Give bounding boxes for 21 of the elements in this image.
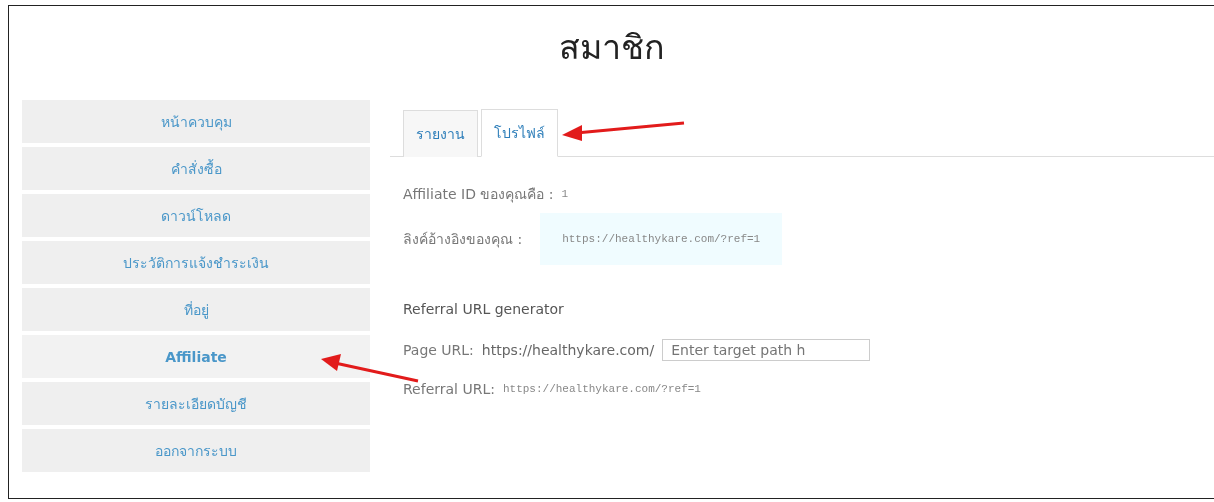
sidebar-item[interactable]: หน้าควบคุม (22, 100, 370, 143)
referral-link-label: ลิงค์อ้างอิงของคุณ : (403, 230, 523, 250)
generator-heading: Referral URL generator (402, 301, 565, 317)
affiliate-id-label: Affiliate ID ของคุณคือ : (403, 185, 554, 205)
sidebar-item[interactable]: ที่อยู่ (22, 288, 370, 331)
referral-link-value: https://healthykare.com/?ref=1 (540, 213, 783, 265)
page-title: สมาชิก (557, 26, 666, 69)
sidebar-item[interactable]: Affiliate (22, 335, 370, 378)
sidebar-item[interactable]: ดาวน์โหลด (22, 194, 370, 237)
affiliate-id-value: 1 (561, 188, 569, 200)
page-url-label: Page URL: (403, 342, 474, 358)
sidebar-item[interactable]: คำสั่งซื้อ (22, 147, 370, 190)
referral-url-label: Referral URL: (403, 381, 495, 397)
sidebar-item[interactable]: รายละเอียดบัญชี (22, 382, 370, 425)
tab[interactable]: รายงาน (403, 110, 478, 157)
target-path-field[interactable]: Enter target path h (662, 339, 871, 361)
base-url: https://healthykare.com/ (481, 342, 655, 358)
sidebar-item[interactable]: ประวัติการแจ้งชำระเงิน (22, 241, 370, 284)
tab[interactable]: โปรไฟล์ (481, 109, 558, 157)
sidebar-item[interactable]: ออกจากระบบ (22, 429, 370, 472)
referral-url-value: https://healthykare.com/?ref=1 (502, 383, 701, 395)
